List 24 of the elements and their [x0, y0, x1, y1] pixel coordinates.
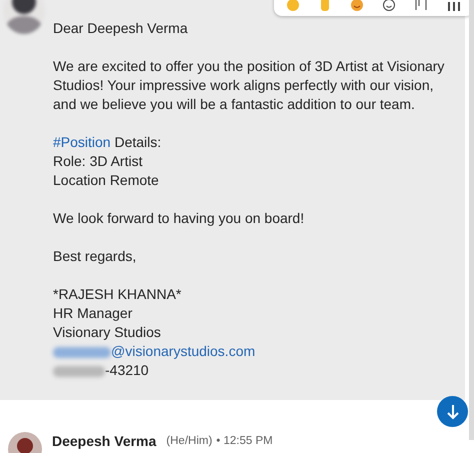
avatar [8, 432, 42, 453]
emoji-icon[interactable] [382, 0, 396, 12]
hashtag-link[interactable]: #Position [53, 134, 111, 150]
text-line: We look forward to having you on board! [53, 209, 306, 228]
text-line: Visionary Studios [53, 323, 162, 342]
timestamp: • 12:55 PM [216, 434, 273, 449]
text-line: *RAJESH KHANNA* [53, 285, 182, 304]
paragraph: We are excited to offer you the position of 3D Artist at Visionary Studios! Your impressive work aligns perfectly with our vision, and we believe you will be a fantastic addition to our team. [53, 57, 446, 114]
text-line: Location Remote [53, 171, 160, 190]
text-line: HR Manager [53, 304, 134, 323]
smiley-emoji-icon[interactable] [350, 0, 364, 12]
phone-number: -43210 [105, 362, 149, 378]
text-line: Best regards, [53, 247, 138, 266]
text-line: Details: [113, 134, 162, 150]
pronouns: (He/Him) [166, 434, 212, 449]
blurred-text [53, 366, 105, 377]
text-line: Role: 3D Artist [53, 152, 144, 171]
blurred-text [53, 346, 111, 358]
text-line: Dear Deepesh Verma [53, 19, 189, 38]
scroll-down-button[interactable] [437, 396, 468, 427]
email-link[interactable]: @visionarystudios.com [111, 343, 256, 359]
sender-name: Deepesh Verma [52, 432, 156, 450]
down-arrow-icon [446, 404, 460, 420]
scrollbar[interactable] [469, 0, 474, 440]
